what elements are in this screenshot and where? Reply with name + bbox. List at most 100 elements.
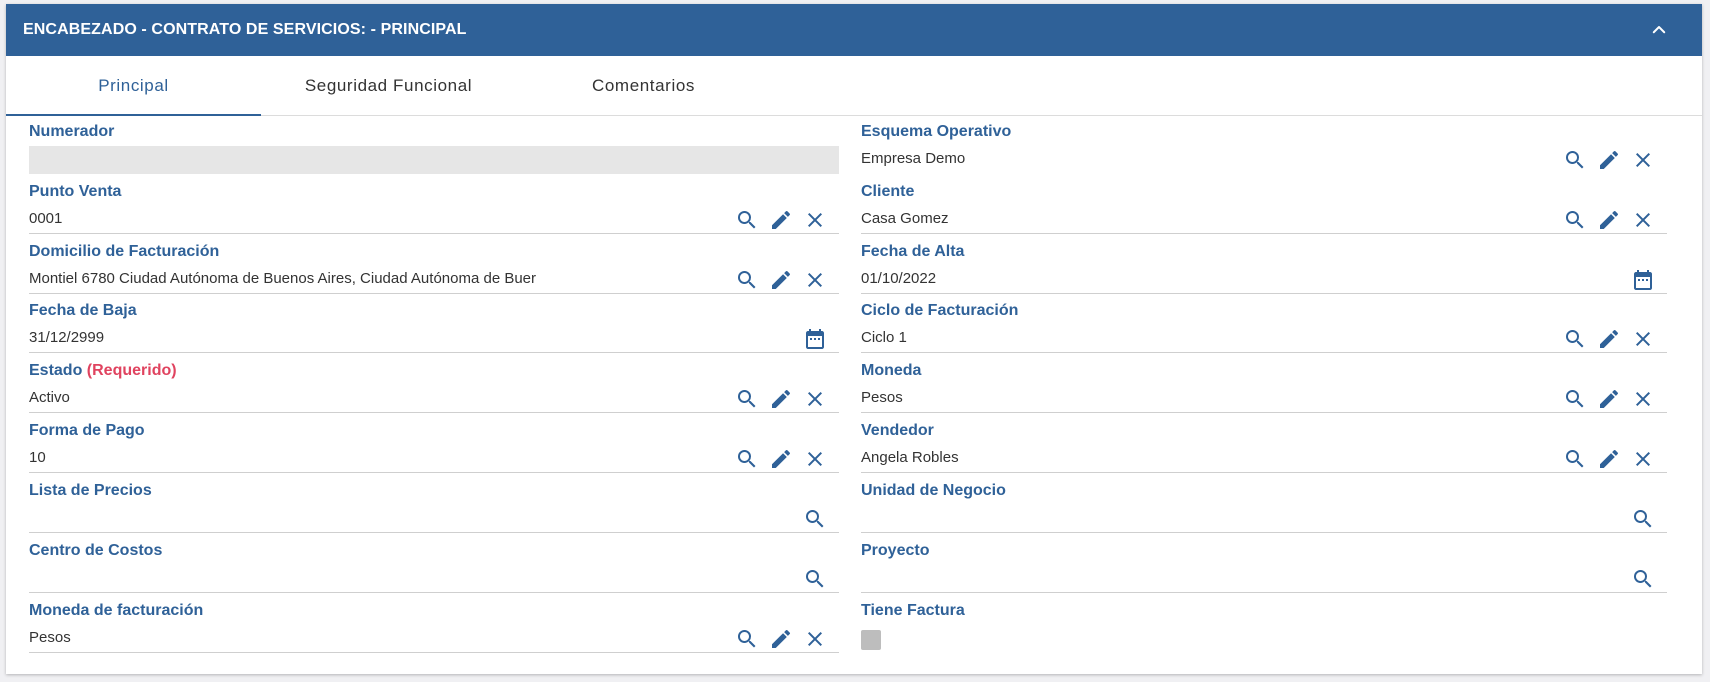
edit-icon[interactable]	[769, 447, 793, 471]
moneda-input[interactable]: Pesos	[861, 385, 1667, 413]
search-icon[interactable]	[1563, 327, 1587, 351]
search-icon[interactable]	[735, 268, 759, 292]
tab-comentarios[interactable]: Comentarios	[516, 56, 771, 115]
tab-principal[interactable]: Principal	[6, 56, 261, 116]
field-value: Empresa Demo	[861, 150, 966, 167]
required-indicator: (Requerido)	[86, 362, 177, 379]
search-icon[interactable]	[1631, 567, 1655, 591]
field-unidad-negocio: Unidad de Negocio	[861, 474, 1667, 534]
numerador-input	[29, 146, 839, 174]
field-domicilio-facturacion: Domicilio de Facturación Montiel 6780 Ci…	[29, 235, 839, 295]
field-value: Pesos	[29, 629, 71, 646]
close-icon[interactable]	[803, 208, 827, 232]
unidad-negocio-input[interactable]	[861, 505, 1667, 533]
search-icon[interactable]	[735, 208, 759, 232]
edit-icon[interactable]	[769, 208, 793, 232]
search-icon[interactable]	[803, 507, 827, 531]
estado-input[interactable]: Activo	[29, 385, 839, 413]
lista-precios-input[interactable]	[29, 505, 839, 533]
edit-icon[interactable]	[1597, 148, 1621, 172]
field-label: Estado (Requerido)	[29, 362, 177, 380]
search-icon[interactable]	[1563, 447, 1587, 471]
edit-icon[interactable]	[1597, 387, 1621, 411]
punto-venta-input[interactable]: 0001	[29, 206, 839, 234]
edit-icon[interactable]	[769, 387, 793, 411]
field-forma-pago: Forma de Pago 10	[29, 414, 839, 474]
domicilio-input[interactable]: Montiel 6780 Ciudad Autónoma de Buenos A…	[29, 266, 839, 294]
field-label: Forma de Pago	[29, 422, 145, 439]
estado-label-text: Estado	[29, 362, 83, 379]
field-label: Numerador	[29, 123, 115, 140]
close-icon[interactable]	[1631, 447, 1655, 471]
search-icon[interactable]	[1563, 148, 1587, 172]
tab-seguridad-funcional[interactable]: Seguridad Funcional	[261, 56, 516, 115]
field-ciclo-facturacion: Ciclo de Facturación Ciclo 1	[861, 294, 1667, 354]
forma-pago-input[interactable]: 10	[29, 445, 839, 473]
edit-icon[interactable]	[769, 627, 793, 651]
field-value: 31/12/2999	[29, 329, 105, 346]
encabezado-panel: ENCABEZADO - CONTRATO DE SERVICIOS: - PR…	[6, 4, 1702, 674]
field-numerador: Numerador	[29, 115, 839, 175]
field-estado: Estado (Requerido) Activo	[29, 354, 839, 414]
field-label: Cliente	[861, 183, 915, 200]
field-value: Angela Robles	[861, 449, 959, 466]
edit-icon[interactable]	[1597, 447, 1621, 471]
moneda-facturacion-input[interactable]: Pesos	[29, 625, 839, 653]
fecha-baja-input[interactable]: 31/12/2999	[29, 325, 839, 353]
close-icon[interactable]	[1631, 387, 1655, 411]
close-icon[interactable]	[803, 627, 827, 651]
field-esquema-operativo: Esquema Operativo Empresa Demo	[861, 115, 1667, 175]
field-value: Pesos	[861, 389, 903, 406]
field-cliente: Cliente Casa Gomez	[861, 175, 1667, 235]
field-tiene-factura: Tiene Factura	[861, 594, 1667, 654]
field-label: Moneda	[861, 362, 922, 379]
calendar-icon[interactable]	[803, 327, 827, 351]
tab-bar: Principal Seguridad Funcional Comentario…	[6, 56, 1702, 116]
field-value: Ciclo 1	[861, 329, 907, 346]
panel-header: ENCABEZADO - CONTRATO DE SERVICIOS: - PR…	[6, 4, 1702, 56]
close-icon[interactable]	[803, 447, 827, 471]
field-label: Fecha de Alta	[861, 243, 965, 260]
field-punto-venta: Punto Venta 0001	[29, 175, 839, 235]
field-moneda: Moneda Pesos	[861, 354, 1667, 414]
cliente-input[interactable]: Casa Gomez	[861, 206, 1667, 234]
calendar-icon[interactable]	[1631, 268, 1655, 292]
field-moneda-facturacion: Moneda de facturación Pesos	[29, 594, 839, 654]
field-value: 10	[29, 449, 46, 466]
field-label: Lista de Precios	[29, 482, 152, 499]
proyecto-input[interactable]	[861, 565, 1667, 593]
tiene-factura-checkbox[interactable]	[861, 630, 881, 650]
search-icon[interactable]	[1563, 208, 1587, 232]
field-label: Punto Venta	[29, 183, 122, 200]
edit-icon[interactable]	[1597, 208, 1621, 232]
close-icon[interactable]	[1631, 327, 1655, 351]
search-icon[interactable]	[1631, 507, 1655, 531]
search-icon[interactable]	[1563, 387, 1587, 411]
field-label: Proyecto	[861, 542, 930, 559]
esquema-operativo-input[interactable]: Empresa Demo	[861, 146, 1667, 173]
close-icon[interactable]	[803, 268, 827, 292]
close-icon[interactable]	[1631, 148, 1655, 172]
field-label: Centro de Costos	[29, 542, 163, 559]
vendedor-input[interactable]: Angela Robles	[861, 445, 1667, 473]
edit-icon[interactable]	[1597, 327, 1621, 351]
chevron-up-icon[interactable]	[1650, 21, 1668, 39]
field-fecha-baja: Fecha de Baja 31/12/2999	[29, 294, 839, 354]
field-label: Vendedor	[861, 422, 934, 439]
close-icon[interactable]	[803, 387, 827, 411]
fecha-alta-input[interactable]: 01/10/2022	[861, 266, 1667, 294]
edit-icon[interactable]	[769, 268, 793, 292]
field-label: Ciclo de Facturación	[861, 302, 1019, 319]
search-icon[interactable]	[735, 447, 759, 471]
ciclo-facturacion-input[interactable]: Ciclo 1	[861, 325, 1667, 353]
field-label: Tiene Factura	[861, 602, 965, 619]
field-lista-precios: Lista de Precios	[29, 474, 839, 534]
search-icon[interactable]	[735, 387, 759, 411]
field-value: Casa Gomez	[861, 210, 949, 227]
centro-costos-input[interactable]	[29, 565, 839, 593]
search-icon[interactable]	[735, 627, 759, 651]
field-fecha-alta: Fecha de Alta 01/10/2022	[861, 235, 1667, 295]
close-icon[interactable]	[1631, 208, 1655, 232]
field-label: Esquema Operativo	[861, 123, 1012, 140]
search-icon[interactable]	[803, 567, 827, 591]
